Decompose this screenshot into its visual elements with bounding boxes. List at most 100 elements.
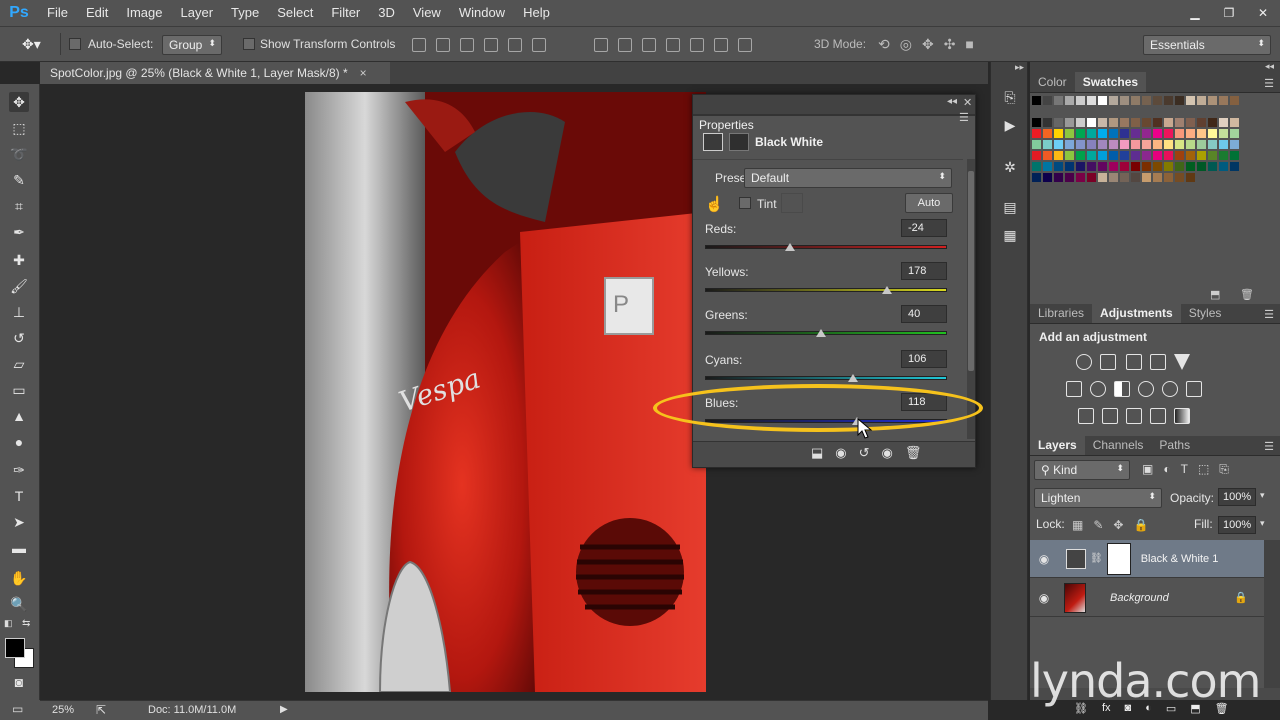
color-swatch[interactable] bbox=[1032, 151, 1042, 161]
color-swatch[interactable] bbox=[1043, 118, 1053, 128]
filter-smart-object-icon[interactable]: ⎘ bbox=[1219, 462, 1229, 477]
color-swatch[interactable] bbox=[1032, 162, 1042, 172]
tab-styles[interactable]: Styles bbox=[1181, 303, 1230, 323]
color-swatch[interactable] bbox=[1120, 151, 1130, 161]
filter-pixel-icon[interactable]: ▣ bbox=[1142, 462, 1153, 477]
color-swatch[interactable] bbox=[1120, 173, 1130, 183]
color-swatch[interactable] bbox=[1219, 162, 1229, 172]
status-menu-arrow-icon[interactable]: ▶ bbox=[280, 704, 288, 715]
default-colors-icon[interactable]: ◧ bbox=[4, 618, 13, 629]
color-swatch[interactable] bbox=[1032, 129, 1042, 139]
color-swatch[interactable] bbox=[1175, 140, 1185, 150]
yellows-track[interactable] bbox=[705, 288, 947, 292]
targeted-adjustment-hand-icon[interactable]: ☝ bbox=[705, 195, 724, 213]
vibrance-icon[interactable] bbox=[1174, 354, 1190, 370]
rectangle-tool-icon[interactable]: ▬ bbox=[9, 538, 29, 558]
color-swatch[interactable] bbox=[1208, 151, 1218, 161]
close-window-icon[interactable]: ✕ bbox=[1246, 0, 1280, 26]
color-swatch[interactable] bbox=[1131, 118, 1141, 128]
color-swatch[interactable] bbox=[1054, 140, 1064, 150]
menu-help[interactable]: Help bbox=[514, 0, 559, 26]
color-swatch[interactable] bbox=[1043, 162, 1053, 172]
layer-mask-thumbnail[interactable] bbox=[1106, 542, 1131, 575]
color-swatch[interactable] bbox=[1164, 129, 1174, 139]
workspace-dropdown[interactable]: Essentials ⬍ bbox=[1143, 35, 1271, 55]
color-swatch[interactable] bbox=[1219, 118, 1229, 128]
color-swatch[interactable] bbox=[1087, 151, 1097, 161]
color-swatch[interactable] bbox=[1219, 129, 1229, 139]
crop-tool-icon[interactable]: ⌗ bbox=[9, 196, 29, 216]
align-left-icon[interactable] bbox=[484, 38, 498, 52]
color-swatch[interactable] bbox=[1186, 96, 1196, 106]
align-bottom-icon[interactable] bbox=[460, 38, 474, 52]
tab-swatches[interactable]: Swatches bbox=[1074, 72, 1147, 92]
3d-panel-icon[interactable]: ✲ bbox=[1001, 158, 1019, 176]
menu-window[interactable]: Window bbox=[450, 0, 514, 26]
color-swatch[interactable] bbox=[1219, 151, 1229, 161]
layer-style-icon[interactable]: fx bbox=[1102, 702, 1111, 715]
eyedropper-tool-icon[interactable]: ✒ bbox=[9, 222, 29, 242]
adjustment-layer-icon[interactable] bbox=[703, 133, 723, 151]
color-swatch[interactable] bbox=[1087, 173, 1097, 183]
reds-slider-thumb[interactable] bbox=[784, 243, 795, 251]
color-swatch[interactable] bbox=[1131, 140, 1141, 150]
layer-mask-icon[interactable] bbox=[729, 133, 749, 151]
visibility-icon[interactable]: ◉ bbox=[882, 445, 893, 461]
cyans-track[interactable] bbox=[705, 376, 947, 380]
color-swatch[interactable] bbox=[1208, 96, 1218, 106]
lock-all-icon[interactable]: 🔒 bbox=[1133, 518, 1148, 532]
color-swatch[interactable] bbox=[1175, 129, 1185, 139]
color-swatch[interactable] bbox=[1131, 96, 1141, 106]
restore-icon[interactable]: ❐ bbox=[1212, 0, 1246, 26]
color-swatch[interactable] bbox=[1186, 118, 1196, 128]
layer-row-black-white[interactable]: ◉ ⛓ Black & White 1 bbox=[1030, 540, 1264, 578]
lock-position-icon[interactable]: ✥ bbox=[1113, 518, 1123, 532]
color-swatch[interactable] bbox=[1186, 173, 1196, 183]
align-top-icon[interactable] bbox=[412, 38, 426, 52]
menu-file[interactable]: File bbox=[38, 0, 77, 26]
menu-view[interactable]: View bbox=[404, 0, 450, 26]
move-tool-icon[interactable]: ✥▾ bbox=[22, 36, 41, 53]
screen-mode-icon[interactable]: ▭ bbox=[12, 702, 23, 716]
color-swatch[interactable] bbox=[1065, 151, 1075, 161]
color-swatch[interactable] bbox=[1208, 162, 1218, 172]
brush-tool-icon[interactable]: 🖌 bbox=[9, 276, 29, 296]
filter-type-icon[interactable]: T bbox=[1181, 462, 1188, 477]
color-swatch[interactable] bbox=[1076, 118, 1086, 128]
add-mask-icon[interactable]: ◙ bbox=[1125, 702, 1132, 715]
color-swatch[interactable] bbox=[1164, 162, 1174, 172]
color-swatch[interactable] bbox=[1054, 173, 1064, 183]
delete-swatch-icon[interactable]: 🗑 bbox=[1240, 288, 1254, 301]
panel-menu-icon[interactable]: ☰ bbox=[1264, 440, 1274, 453]
color-swatch[interactable] bbox=[1109, 118, 1119, 128]
invert-icon[interactable] bbox=[1078, 408, 1094, 424]
color-swatch[interactable] bbox=[1175, 118, 1185, 128]
blend-mode-dropdown[interactable]: Lighten ⬍ bbox=[1034, 488, 1162, 508]
color-swatch[interactable] bbox=[1032, 173, 1042, 183]
color-swatch[interactable] bbox=[1219, 140, 1229, 150]
distribute-left-icon[interactable] bbox=[666, 38, 680, 52]
color-swatch[interactable] bbox=[1065, 140, 1075, 150]
menu-filter[interactable]: Filter bbox=[322, 0, 369, 26]
color-swatch[interactable] bbox=[1142, 96, 1152, 106]
delete-adjustment-icon[interactable]: 🗑 bbox=[905, 445, 922, 461]
lock-transparent-icon[interactable]: ▦ bbox=[1072, 518, 1083, 532]
color-swatch[interactable] bbox=[1065, 96, 1075, 106]
clone-stamp-tool-icon[interactable]: ⊥ bbox=[9, 302, 29, 322]
color-swatch[interactable] bbox=[1175, 162, 1185, 172]
move-tool-icon[interactable]: ✥ bbox=[9, 92, 29, 112]
align-vcenter-icon[interactable] bbox=[436, 38, 450, 52]
gradient-tool-icon[interactable]: ▭ bbox=[9, 380, 29, 400]
export-icon[interactable]: ⇱ bbox=[96, 703, 106, 717]
exposure-icon[interactable] bbox=[1150, 354, 1166, 370]
color-swatch[interactable] bbox=[1164, 96, 1174, 106]
menu-edit[interactable]: Edit bbox=[77, 0, 117, 26]
menu-image[interactable]: Image bbox=[117, 0, 171, 26]
color-swatch[interactable] bbox=[1164, 173, 1174, 183]
color-swatch[interactable] bbox=[1197, 162, 1207, 172]
color-swatch[interactable] bbox=[1120, 129, 1130, 139]
color-swatch[interactable] bbox=[1208, 118, 1218, 128]
view-previous-icon[interactable]: ◉ bbox=[835, 445, 846, 461]
color-swatch[interactable] bbox=[1120, 96, 1130, 106]
greens-slider-thumb[interactable] bbox=[816, 329, 827, 337]
